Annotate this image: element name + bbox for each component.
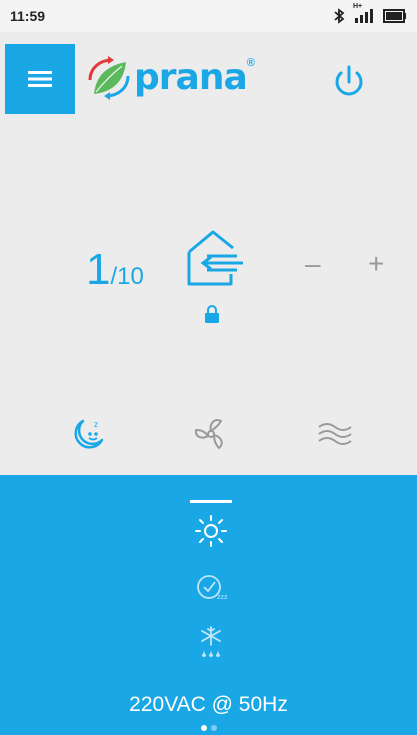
registered-mark: ® <box>246 57 255 69</box>
airflow-mode-button[interactable] <box>316 414 356 454</box>
fan-speed-current: 1 <box>86 245 111 294</box>
sun-icon <box>195 515 227 547</box>
svg-text:z: z <box>94 420 98 429</box>
winter-mode-icon <box>201 626 221 657</box>
page-dot[interactable] <box>211 725 217 731</box>
power-icon <box>335 65 363 96</box>
prana-logo: prana ® <box>86 54 255 100</box>
inflow-house-icon <box>187 230 243 286</box>
fan-icon <box>194 419 223 450</box>
page-indicator <box>201 725 217 731</box>
settings-panel: zzz 220VAC @ 50Hz <box>0 475 417 735</box>
status-bar: 11:59 H+ <box>0 0 417 32</box>
leaf-icon <box>88 56 130 100</box>
power-button[interactable] <box>329 62 369 102</box>
speed-decrease-button[interactable]: – <box>305 248 321 280</box>
menu-icon <box>28 71 52 87</box>
night-mode-icon: z <box>74 419 104 449</box>
svg-text:zzz: zzz <box>217 594 228 601</box>
status-time: 11:59 <box>10 8 46 24</box>
sleep-timer-icon: zzz <box>197 575 228 601</box>
sleep-timer-button[interactable]: zzz <box>196 572 230 602</box>
page-dot-active[interactable] <box>201 725 207 731</box>
status-icons: H+ <box>333 3 407 24</box>
sun-mode-button[interactable] <box>192 512 230 550</box>
signal-bar <box>370 9 373 23</box>
logo-text: prana <box>134 56 248 98</box>
voltage-display: 220VAC @ 50Hz <box>129 693 288 716</box>
speed-increase-button[interactable]: + <box>368 248 384 280</box>
battery-icon <box>383 9 406 23</box>
network-type-label: H+ <box>353 3 363 10</box>
signal-icon: H+ <box>353 3 373 23</box>
selected-indicator <box>190 500 232 503</box>
app-header: prana ® <box>0 32 417 118</box>
bluetooth-icon <box>334 8 345 24</box>
signal-bar <box>355 18 358 23</box>
fan-mode-button[interactable] <box>191 414 231 454</box>
signal-bar <box>360 15 363 23</box>
lock-icon <box>205 305 219 323</box>
ventilation-mode-button[interactable] <box>185 228 247 288</box>
menu-button[interactable] <box>5 44 75 114</box>
fan-speed-display: 1/10 <box>86 245 144 295</box>
night-mode-button[interactable]: z <box>68 414 108 454</box>
winter-mode-button[interactable] <box>196 625 226 659</box>
child-lock-button[interactable] <box>204 305 220 323</box>
fan-speed-max: /10 <box>110 263 144 290</box>
airflow-icon <box>318 423 352 445</box>
signal-bar <box>365 12 368 23</box>
